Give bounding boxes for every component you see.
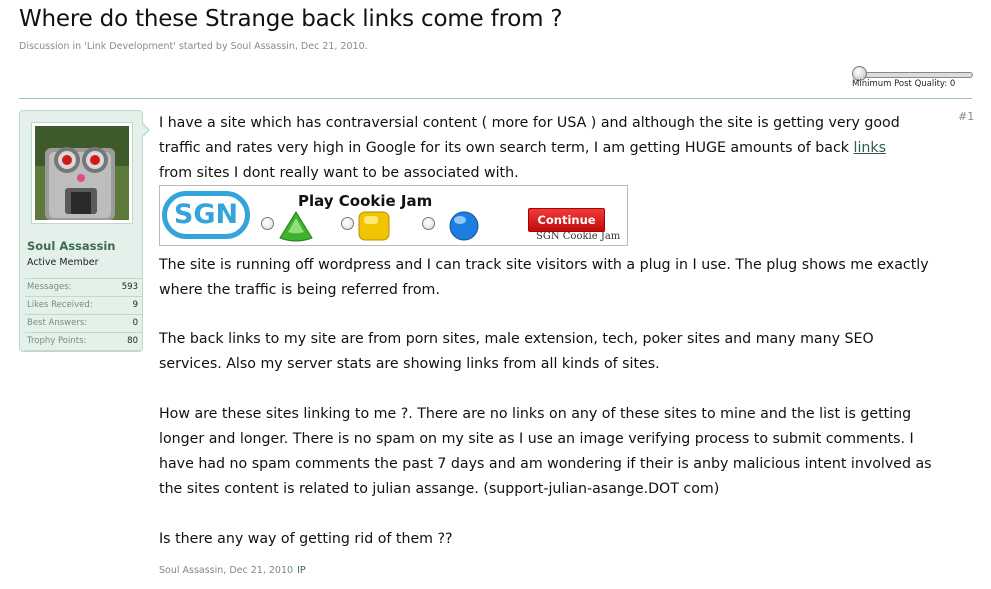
yellow-candy-icon bbox=[358, 211, 390, 241]
stat-label: Messages: bbox=[27, 282, 72, 292]
stat-value: 593 bbox=[121, 282, 138, 292]
ad-radio-option[interactable] bbox=[261, 217, 274, 230]
post-paragraph-2: The site is running off wordpress and I … bbox=[159, 253, 959, 303]
text-line: The back links to my site are from porn … bbox=[159, 331, 874, 347]
sgn-logo: SGN bbox=[162, 191, 250, 239]
stat-value: 80 bbox=[127, 336, 138, 346]
stat-value: 9 bbox=[132, 300, 138, 310]
post-permalink[interactable]: #1 bbox=[958, 110, 974, 123]
stat-best-answers[interactable]: Best Answers: 0 bbox=[25, 315, 142, 333]
card-arrow-fill bbox=[141, 123, 148, 137]
stat-label: Trophy Points: bbox=[27, 336, 87, 346]
post-paragraph-3: The back links to my site are from porn … bbox=[159, 327, 959, 377]
post-paragraph-5: Is there any way of getting rid of them … bbox=[159, 527, 959, 552]
post-footer: Soul Assassin, Dec 21, 2010 IP bbox=[159, 565, 306, 576]
avatar[interactable] bbox=[31, 122, 133, 224]
text-line: longer and longer. There is no spam on m… bbox=[159, 431, 914, 447]
continue-button[interactable]: Continue bbox=[528, 208, 605, 232]
text-line: I have a site which has contraversial co… bbox=[159, 115, 900, 131]
links-link[interactable]: links bbox=[854, 140, 886, 156]
author-name[interactable]: Soul Assassin bbox=[27, 239, 116, 253]
thread-meta: Discussion in 'Link Development' started… bbox=[19, 41, 368, 52]
ip-link[interactable]: IP bbox=[297, 565, 306, 576]
thread-title: Where do these Strange back links come f… bbox=[19, 6, 563, 32]
green-candy-icon bbox=[279, 211, 313, 242]
author-card: Soul Assassin Active Member Messages: 59… bbox=[19, 110, 150, 352]
text-line: where the traffic is being referred from… bbox=[159, 282, 440, 298]
text-line: from sites I dont really want to be asso… bbox=[159, 165, 519, 181]
blue-candy-icon bbox=[449, 211, 479, 241]
text-line: services. Also my server stats are showi… bbox=[159, 356, 660, 372]
avatar-image bbox=[35, 126, 129, 220]
text-line: The site is running off wordpress and I … bbox=[159, 257, 929, 273]
text-line: have had no spam comments the past 7 day… bbox=[159, 456, 932, 472]
text-segment: traffic and rates very high in Google fo… bbox=[159, 140, 854, 156]
text-line: Is there any way of getting rid of them … bbox=[159, 531, 453, 547]
stat-trophy-points[interactable]: Trophy Points: 80 bbox=[25, 333, 142, 351]
ad-title: Play Cookie Jam bbox=[298, 192, 433, 210]
divider bbox=[19, 98, 972, 99]
ad-caption: SGN Cookie Jam bbox=[536, 231, 621, 242]
ad-radio-option[interactable] bbox=[422, 217, 435, 230]
stat-label: Likes Received: bbox=[27, 300, 93, 310]
post-meta[interactable]: Soul Assassin, Dec 21, 2010 bbox=[159, 565, 293, 576]
post-quality-label: Minimum Post Quality: 0 bbox=[852, 79, 956, 89]
stat-label: Best Answers: bbox=[27, 318, 88, 328]
post-paragraph-1: I have a site which has contraversial co… bbox=[159, 111, 959, 186]
text-line: the sites content is related to julian a… bbox=[159, 481, 720, 497]
text-line: traffic and rates very high in Google fo… bbox=[159, 136, 959, 161]
inline-advertisement[interactable]: SGN Play Cookie Jam Continue SGN Cookie … bbox=[159, 185, 628, 246]
post-paragraph-4: How are these sites linking to me ?. The… bbox=[159, 402, 959, 502]
text-line: How are these sites linking to me ?. The… bbox=[159, 406, 912, 422]
stat-messages[interactable]: Messages: 593 bbox=[25, 279, 142, 297]
ad-radio-option[interactable] bbox=[341, 217, 354, 230]
stat-likes-received[interactable]: Likes Received: 9 bbox=[25, 297, 142, 315]
stat-value: 0 bbox=[132, 318, 138, 328]
author-stats: Messages: 593 Likes Received: 9 Best Ans… bbox=[25, 278, 142, 351]
post-quality-slider-track[interactable] bbox=[853, 72, 973, 78]
author-title: Active Member bbox=[27, 257, 99, 268]
